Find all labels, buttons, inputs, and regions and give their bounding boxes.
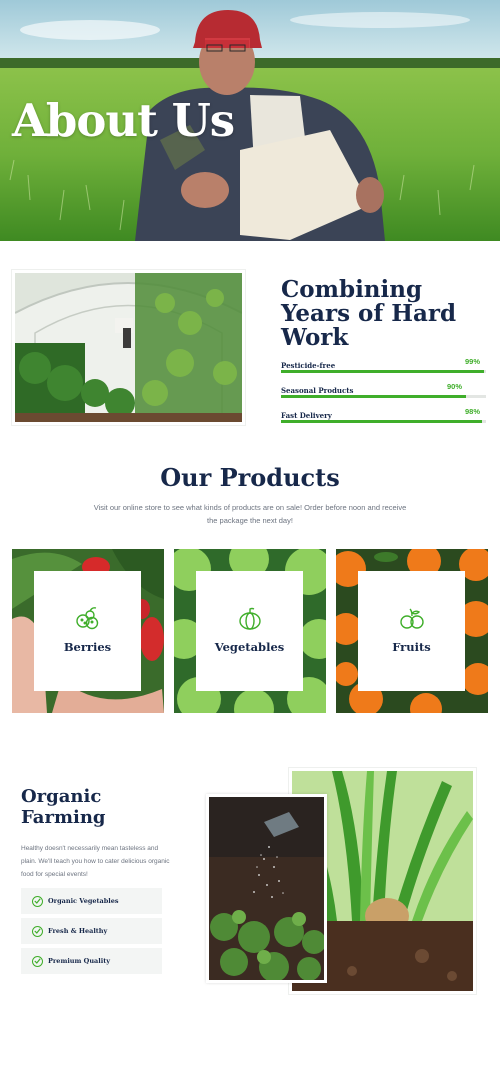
skill-seasonal-products: Seasonal Products 90%: [281, 382, 486, 402]
skill-percent: 98%: [464, 407, 480, 416]
product-card-fruits[interactable]: Fruits: [336, 549, 488, 713]
skill-progress-fill: [281, 420, 482, 423]
check-circle-icon: [32, 925, 43, 937]
product-card-berries[interactable]: Berries: [12, 549, 164, 713]
product-name: Vegetables: [214, 640, 285, 654]
skill-pesticide-free: Pesticide-free 99%: [281, 357, 486, 377]
watering-plants-photo: [206, 794, 327, 983]
hero-banner: About Us: [0, 0, 500, 241]
skill-progress-track: [281, 420, 486, 423]
skill-percent: 90%: [446, 382, 462, 391]
product-card-panel: Vegetables: [196, 571, 303, 691]
skill-percent: 99%: [464, 357, 480, 366]
product-name: Berries: [63, 640, 112, 654]
product-name: Fruits: [392, 640, 431, 654]
greenhouse-photo: [12, 270, 245, 425]
feature-item-premium-quality: Premium Quality: [21, 948, 162, 974]
feature-item-organic-vegetables: Organic Vegetables: [21, 888, 162, 914]
page-title: About Us: [12, 94, 235, 147]
product-card-panel: Fruits: [358, 571, 465, 691]
about-heading-line: Work: [281, 324, 349, 351]
skill-label: Pesticide-free: [281, 361, 336, 370]
about-heading: Combining Years of Hard Work: [281, 278, 481, 350]
fruits-icon: [399, 608, 424, 629]
about-heading-line: Combining: [281, 276, 423, 303]
feature-label: Fresh & Healthy: [48, 927, 108, 935]
products-description: Visit our online store to see what kinds…: [93, 503, 407, 525]
check-circle-icon: [32, 955, 43, 967]
berries-icon: [75, 607, 98, 630]
feature-item-fresh-healthy: Fresh & Healthy: [21, 918, 162, 944]
skill-fast-delivery: Fast Delivery 98%: [281, 407, 486, 427]
skill-progress-fill: [281, 395, 466, 398]
organic-title: Organic Farming: [21, 786, 106, 828]
product-card-vegetables[interactable]: Vegetables: [174, 549, 326, 713]
skill-label: Fast Delivery: [281, 411, 332, 420]
check-circle-icon: [32, 895, 43, 907]
skill-label: Seasonal Products: [281, 386, 354, 395]
feature-label: Organic Vegetables: [48, 897, 119, 905]
feature-label: Premium Quality: [48, 957, 110, 965]
skill-progress-track: [281, 370, 486, 373]
product-card-panel: Berries: [34, 571, 141, 691]
skill-progress-fill: [281, 370, 484, 373]
products-title: Our Products: [160, 463, 340, 492]
skill-progress-track: [281, 395, 486, 398]
about-heading-line: Years of Hard: [281, 300, 457, 327]
pumpkin-icon: [238, 607, 261, 630]
organic-description: Healthy doesn't necessarily mean tastele…: [21, 845, 170, 878]
